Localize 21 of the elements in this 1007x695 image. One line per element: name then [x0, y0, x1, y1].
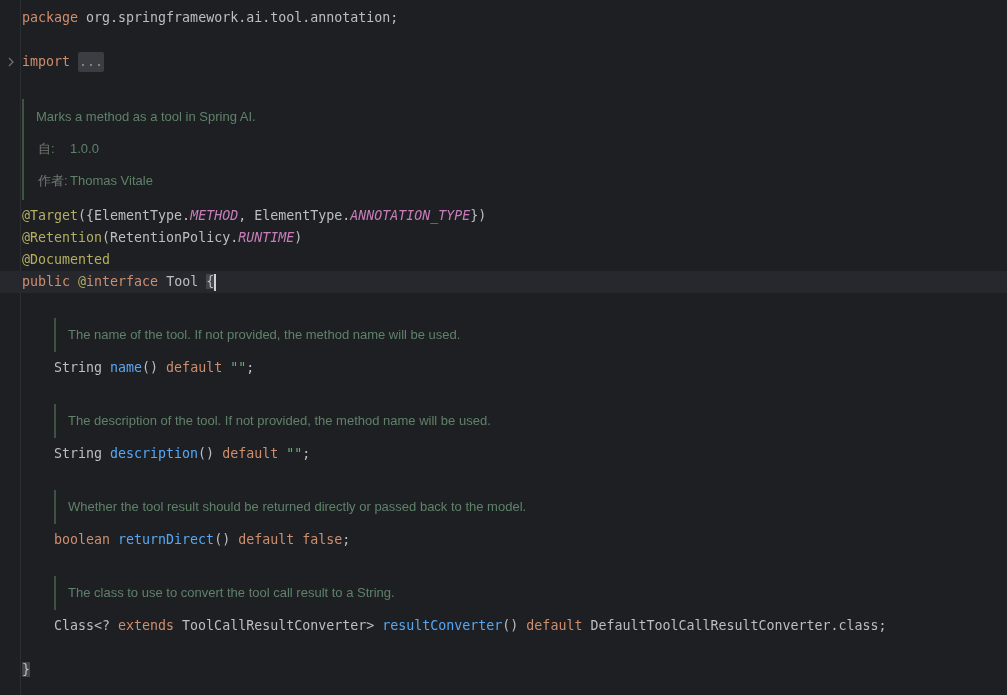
doc-text: Whether the tool result should be returned directly or passed back to the model.	[68, 498, 527, 517]
chevron-right-icon[interactable]	[7, 57, 15, 67]
doc-text: The name of the tool. If not provided, the method name will be used.	[68, 326, 461, 345]
code-line: @Target({ElementType.METHOD, ElementType.ANNOTATION_TYPE})	[22, 207, 487, 226]
doc-text: Marks a method as a tool in Spring AI.	[36, 108, 256, 127]
code-line: Class<? extends ToolCallResultConverter> resultConverter() default DefaultToolCallResultConverter.class;	[54, 617, 887, 636]
code-line: public @interface Tool {	[22, 273, 215, 292]
doc-text: The class to use to convert the tool call result to a String.	[68, 584, 395, 603]
doc-tag-label: 自:	[37, 140, 56, 159]
doc-text: The description of the tool. If not provided, the method name will be used.	[68, 412, 491, 431]
doc-tag-label: 作者:	[37, 172, 69, 191]
code-line: String name() default "";	[54, 359, 255, 378]
code-line: @Retention(RetentionPolicy.RUNTIME)	[22, 229, 303, 248]
code-line: import	[22, 53, 71, 72]
code-line: String description() default "";	[54, 445, 311, 464]
folded-code-placeholder[interactable]: ...	[78, 52, 105, 72]
code-line: boolean returnDirect() default false;	[54, 531, 351, 550]
doc-tag-value: Thomas Vitale	[70, 172, 153, 191]
code-line: package org.springframework.ai.tool.annotation;	[22, 9, 399, 28]
doc-tag-value: 1.0.0	[70, 140, 99, 159]
code-line: @Documented	[22, 251, 111, 270]
